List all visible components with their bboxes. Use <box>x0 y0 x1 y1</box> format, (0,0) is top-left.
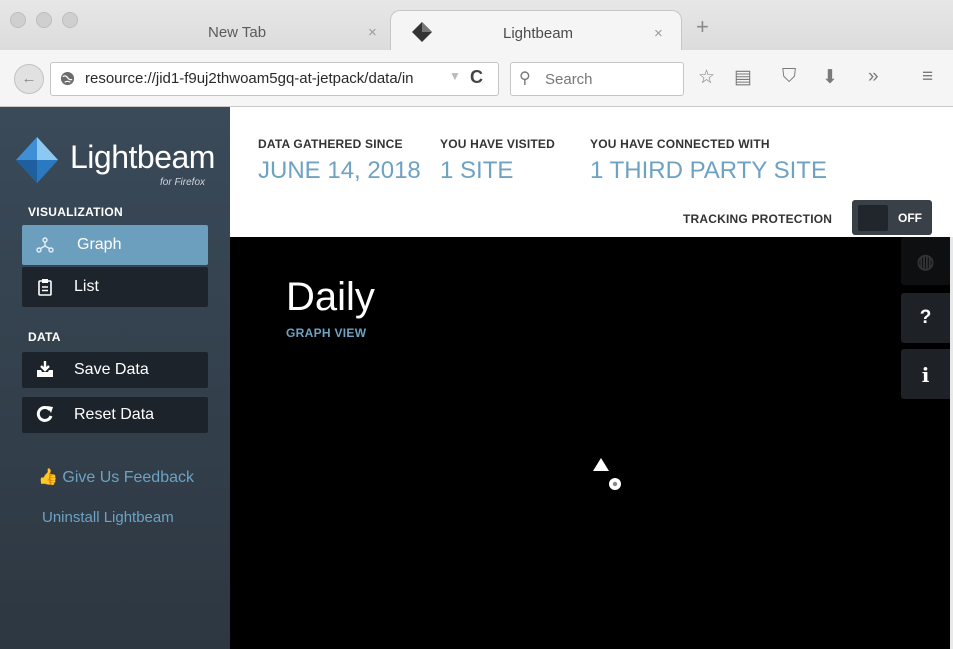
tracking-protection-label: TRACKING PROTECTION <box>683 212 833 226</box>
lightbeam-sidebar: Lightbeam for Firefox VISUALIZATION Grap… <box>0 107 230 649</box>
view-subtitle: GRAPH VIEW <box>286 326 367 340</box>
graph-icon <box>36 237 54 253</box>
tracking-protection-toggle[interactable]: OFF <box>852 200 932 235</box>
tab-lightbeam[interactable]: Lightbeam × <box>390 10 682 51</box>
list-view-button[interactable]: List <box>22 267 208 307</box>
search-input[interactable]: ⚲ Search <box>510 62 684 96</box>
bookmark-star-icon[interactable]: ☆ <box>698 66 715 89</box>
hamburger-menu-icon[interactable]: ≡ <box>922 66 933 88</box>
back-button[interactable]: ← <box>14 64 44 94</box>
pocket-icon[interactable]: ⛉ <box>782 66 796 88</box>
tab-bar: New Tab × Lightbeam × + <box>0 0 953 51</box>
search-icon: ⚲ <box>519 70 531 87</box>
reset-data-label: Reset Data <box>74 406 155 423</box>
search-placeholder: Search <box>545 71 593 88</box>
graph-canvas[interactable]: Daily GRAPH VIEW <box>230 237 950 649</box>
data-gathered-value: JUNE 14, 2018 <box>258 157 421 184</box>
toggle-state: OFF <box>898 211 922 225</box>
third-party-value: 1 THIRD PARTY SITE <box>590 157 827 184</box>
graph-nodes[interactable] <box>590 455 630 495</box>
back-arrow-icon: ← <box>21 70 37 87</box>
data-gathered-label: DATA GATHERED SINCE <box>258 137 403 151</box>
graph-view-label: Graph <box>77 236 122 253</box>
dropdown-icon[interactable]: ▼ <box>449 69 461 83</box>
window-zoom-dot[interactable] <box>62 12 78 28</box>
globe-icon: ◍ <box>916 251 935 273</box>
window-minimize-dot[interactable] <box>36 12 52 28</box>
reading-list-icon[interactable]: ▤ <box>734 66 752 89</box>
lightbeam-logo-icon <box>16 137 58 183</box>
globe-view-button[interactable]: ◍ <box>901 237 950 285</box>
new-tab-button[interactable]: + <box>696 16 709 38</box>
download-icon[interactable]: ⬇ <box>822 66 838 89</box>
visited-site-node[interactable] <box>593 458 609 471</box>
sites-visited-label: YOU HAVE VISITED <box>440 137 555 151</box>
refresh-icon <box>36 405 53 422</box>
view-title: Daily <box>286 275 375 319</box>
help-button[interactable]: ? <box>901 293 950 343</box>
help-icon: ? <box>919 307 932 328</box>
overflow-chevron-icon[interactable]: » <box>868 66 879 88</box>
stats-header: DATA GATHERED SINCE JUNE 14, 2018 YOU HA… <box>230 107 953 237</box>
give-feedback-link[interactable]: 👍 Give Us Feedback <box>38 467 194 487</box>
visualization-section-label: VISUALIZATION <box>28 205 124 219</box>
globe-icon <box>60 71 75 86</box>
download-tray-icon <box>37 361 53 377</box>
lightbeam-favicon-icon <box>412 22 432 42</box>
sites-visited-value: 1 SITE <box>440 157 514 184</box>
info-icon: i <box>921 363 930 387</box>
reload-icon[interactable]: C <box>470 67 483 88</box>
list-view-label: List <box>74 278 99 295</box>
graph-view-button[interactable]: Graph <box>22 225 208 265</box>
give-feedback-label: Give Us Feedback <box>62 469 194 486</box>
url-bar[interactable]: resource://jid1-f9uj2thwoam5gq-at-jetpac… <box>50 62 499 96</box>
tab-close-icon[interactable]: × <box>368 24 377 41</box>
third-party-label: YOU HAVE CONNECTED WITH <box>590 137 770 151</box>
uninstall-lightbeam-link[interactable]: Uninstall Lightbeam <box>42 509 174 526</box>
save-data-button[interactable]: Save Data <box>22 352 208 388</box>
logo-name: Lightbeam <box>70 139 215 175</box>
tab-title: Lightbeam <box>503 25 574 42</box>
third-party-node-center <box>612 481 618 487</box>
logo-subtitle: for Firefox <box>160 177 206 188</box>
save-data-label: Save Data <box>74 361 149 378</box>
window-close-dot[interactable] <box>10 12 26 28</box>
url-text[interactable]: resource://jid1-f9uj2thwoam5gq-at-jetpac… <box>85 70 445 87</box>
reset-data-button[interactable]: Reset Data <box>22 397 208 433</box>
tab-close-icon[interactable]: × <box>654 25 663 42</box>
tab-new-tab[interactable]: New Tab × <box>168 10 390 50</box>
tab-title: New Tab <box>208 24 267 41</box>
info-button[interactable]: i <box>901 349 950 399</box>
thumbs-up-icon: 👍 <box>38 469 58 486</box>
data-section-label: DATA <box>28 330 61 344</box>
toggle-knob <box>858 205 888 231</box>
navigation-bar: ← resource://jid1-f9uj2thwoam5gq-at-jetp… <box>0 50 953 107</box>
clipboard-list-icon <box>38 279 52 296</box>
